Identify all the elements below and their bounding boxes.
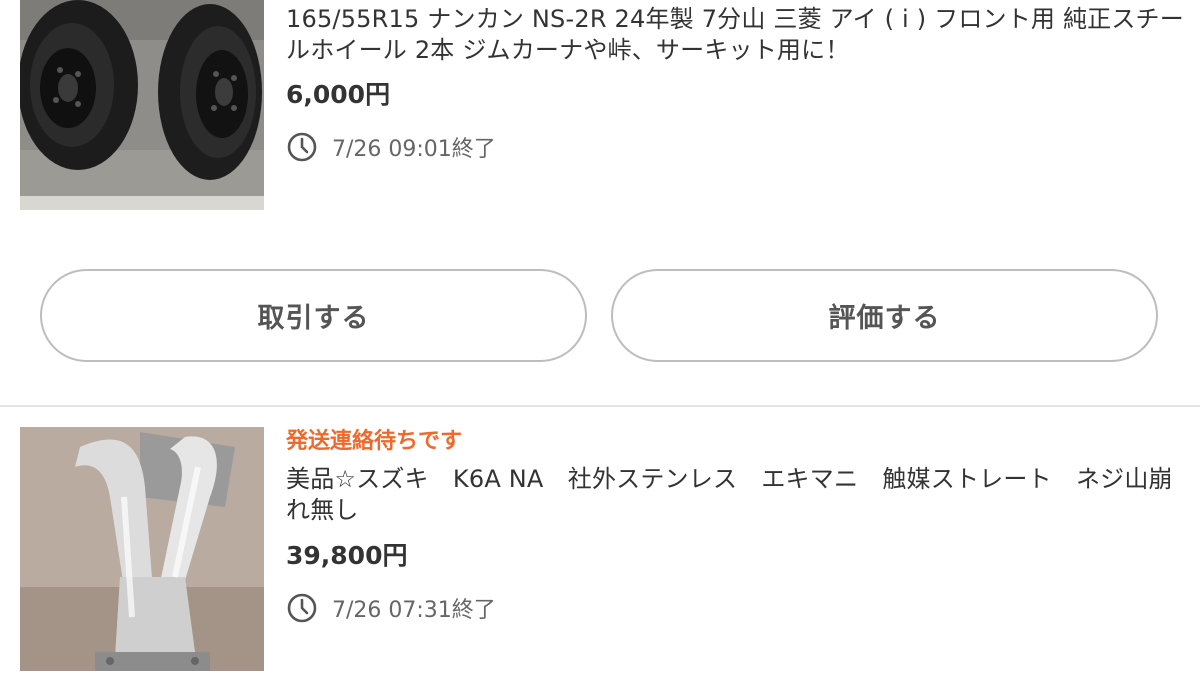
item-title[interactable]: 165/55R15 ナンカン NS-2R 24年製 7分山 三菱 アイ ( i … <box>286 4 1186 66</box>
status-badge: 発送連絡待ちです <box>286 429 463 454</box>
end-time-text: 7/26 07:31終了 <box>332 598 496 623</box>
item-end-time: 7/26 09:01終了 <box>286 130 496 164</box>
trade-button[interactable]: 取引する <box>40 269 587 362</box>
item-thumbnail-manifold[interactable] <box>20 427 264 671</box>
item-end-time: 7/26 07:31終了 <box>286 591 496 625</box>
end-time-text: 7/26 09:01終了 <box>332 137 496 162</box>
clock-icon <box>287 593 317 623</box>
tires-photo-image <box>20 0 264 210</box>
item-price: 39,800円 <box>286 541 408 570</box>
exhaust-manifold-photo-image <box>20 427 264 671</box>
rate-button[interactable]: 評価する <box>611 269 1158 362</box>
transaction-list: 165/55R15 ナンカン NS-2R 24年製 7分山 三菱 アイ ( i … <box>0 0 1200 675</box>
item-divider <box>0 405 1200 407</box>
item-title[interactable]: 美品☆スズキ K6A NA 社外ステンレス エキマニ 触媒ストレート ネジ山崩れ… <box>286 464 1186 526</box>
clock-icon <box>287 132 317 162</box>
item-thumbnail-tires[interactable] <box>20 0 264 210</box>
item-price: 6,000円 <box>286 80 391 109</box>
